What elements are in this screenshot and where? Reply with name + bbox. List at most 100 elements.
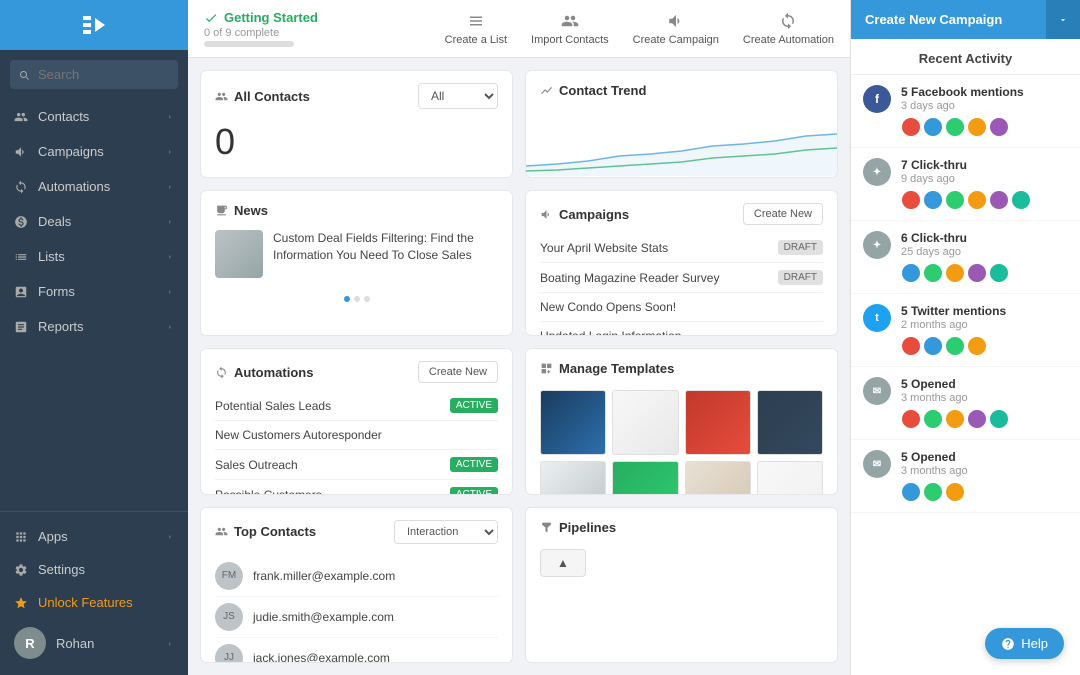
getting-started-text: Getting Started bbox=[224, 10, 318, 25]
sidebar-item-lists[interactable]: Lists bbox=[0, 239, 188, 274]
automation-item-1[interactable]: Potential Sales Leads ACTIVE bbox=[215, 391, 498, 421]
sidebar-label-reports: Reports bbox=[38, 319, 84, 334]
campaign-item-3[interactable]: New Condo Opens Soon! bbox=[540, 293, 823, 322]
twitter-icon: t bbox=[863, 304, 891, 332]
pipeline-scroll-btn[interactable]: ▲ bbox=[540, 549, 586, 577]
news-dot-3[interactable] bbox=[364, 296, 370, 302]
automation-item-2[interactable]: New Customers Autoresponder bbox=[215, 421, 498, 450]
create-campaign-dropdown-btn[interactable] bbox=[1046, 0, 1080, 39]
sidebar-item-campaigns[interactable]: Campaigns bbox=[0, 134, 188, 169]
create-campaign-bar: Create New Campaign bbox=[851, 0, 1080, 39]
news-thumb bbox=[215, 230, 263, 278]
progress-bar bbox=[204, 41, 294, 47]
chevron-apps bbox=[166, 529, 174, 544]
template-8[interactable] bbox=[757, 461, 823, 494]
campaign-name-4: Updated Login Information bbox=[540, 329, 681, 336]
help-button[interactable]: Help bbox=[985, 628, 1064, 659]
activity-click1-time: 9 days ago bbox=[901, 173, 1031, 185]
trend-chart bbox=[526, 106, 837, 166]
mini-avatar bbox=[945, 117, 965, 137]
mini-avatar bbox=[989, 409, 1009, 429]
create-campaign-button[interactable]: Create New Campaign bbox=[851, 0, 1046, 39]
template-3[interactable] bbox=[685, 390, 751, 455]
news-dot-2[interactable] bbox=[354, 296, 360, 302]
sidebar-label-apps: Apps bbox=[38, 529, 68, 544]
news-card: News Custom Deal Fields Filtering: Find … bbox=[200, 190, 513, 336]
action-create-automation-label: Create Automation bbox=[743, 34, 834, 46]
user-profile[interactable]: R Rohan bbox=[0, 619, 188, 667]
activity-opened2-avatars bbox=[901, 482, 968, 502]
chevron-user bbox=[166, 636, 174, 651]
sidebar-item-unlock[interactable]: Unlock Features bbox=[0, 586, 188, 619]
pipelines-card: Pipelines ▲ bbox=[525, 507, 838, 663]
contact-item-1[interactable]: FM frank.miller@example.com bbox=[215, 556, 498, 597]
main-content: Getting Started 0 of 9 complete Create a… bbox=[188, 0, 850, 675]
sidebar-item-deals[interactable]: Deals bbox=[0, 204, 188, 239]
mini-avatar bbox=[923, 190, 943, 210]
activity-opened1-time: 3 months ago bbox=[901, 392, 1009, 404]
facebook-icon: f bbox=[863, 85, 891, 113]
action-create-list[interactable]: Create a List bbox=[445, 12, 507, 46]
mini-avatar bbox=[945, 482, 965, 502]
activity-opened2: ✉ 5 Opened 3 months ago bbox=[851, 440, 1080, 513]
contact-item-3[interactable]: JJ jack.jones@example.com bbox=[215, 638, 498, 663]
news-text[interactable]: Custom Deal Fields Filtering: Find the I… bbox=[273, 230, 498, 278]
top-contacts-filter[interactable]: Interaction Recent Score bbox=[394, 520, 498, 544]
activity-opened1: ✉ 5 Opened 3 months ago bbox=[851, 367, 1080, 440]
activity-click2-info: 6 Click-thru 25 days ago bbox=[901, 231, 1009, 283]
activity-twitter: t 5 Twitter mentions 2 months ago bbox=[851, 294, 1080, 367]
automation-list: Potential Sales Leads ACTIVE New Custome… bbox=[201, 391, 512, 494]
recent-activity-title: Recent Activity bbox=[851, 39, 1080, 75]
automations-create-new-btn[interactable]: Create New bbox=[418, 361, 498, 383]
campaign-item-1[interactable]: Your April Website Stats DRAFT bbox=[540, 233, 823, 263]
campaigns-create-new-btn[interactable]: Create New bbox=[743, 203, 823, 225]
help-label: Help bbox=[1021, 636, 1048, 651]
action-create-list-label: Create a List bbox=[445, 34, 507, 46]
sidebar-label-automations: Automations bbox=[38, 179, 110, 194]
sidebar-logo[interactable] bbox=[0, 0, 188, 50]
campaign-item-2[interactable]: Boating Magazine Reader Survey DRAFT bbox=[540, 263, 823, 293]
template-2[interactable] bbox=[612, 390, 678, 455]
campaign-item-4[interactable]: Updated Login Information bbox=[540, 322, 823, 336]
all-contacts-title-text: All Contacts bbox=[234, 89, 310, 104]
pipelines-header: Pipelines bbox=[526, 508, 837, 543]
contact-trend-header: Contact Trend bbox=[526, 71, 837, 106]
manage-templates-title: Manage Templates bbox=[540, 361, 674, 376]
template-5[interactable] bbox=[540, 461, 606, 494]
mini-avatar bbox=[923, 263, 943, 283]
mini-avatar bbox=[967, 190, 987, 210]
sidebar-item-settings[interactable]: Settings bbox=[0, 553, 188, 586]
contacts-filter-select[interactable]: All Active Inactive bbox=[418, 83, 498, 109]
sidebar-item-forms[interactable]: Forms bbox=[0, 274, 188, 309]
activity-list: f 5 Facebook mentions 3 days ago ✦ 7 Cli… bbox=[851, 75, 1080, 675]
sidebar-label-campaigns: Campaigns bbox=[38, 144, 104, 159]
template-6[interactable] bbox=[612, 461, 678, 494]
news-title: News bbox=[215, 203, 268, 218]
action-create-campaign[interactable]: Create Campaign bbox=[633, 12, 719, 46]
action-import-contacts[interactable]: Import Contacts bbox=[531, 12, 609, 46]
news-dot-1[interactable] bbox=[344, 296, 350, 302]
activity-facebook-time: 3 days ago bbox=[901, 100, 1024, 112]
news-title-text: News bbox=[234, 203, 268, 218]
right-panel-header: Create New Campaign Recent Activity bbox=[851, 0, 1080, 75]
automation-item-4[interactable]: Possible Customers ACTIVE bbox=[215, 480, 498, 494]
sidebar-item-automations[interactable]: Automations bbox=[0, 169, 188, 204]
sidebar-item-apps[interactable]: Apps bbox=[0, 520, 188, 553]
activity-click1-avatars bbox=[901, 190, 1031, 210]
action-create-automation[interactable]: Create Automation bbox=[743, 12, 834, 46]
contact-email-3: jack.jones@example.com bbox=[253, 651, 390, 663]
automation-item-3[interactable]: Sales Outreach ACTIVE bbox=[215, 450, 498, 480]
sidebar-item-contacts[interactable]: Contacts bbox=[0, 99, 188, 134]
template-7[interactable] bbox=[685, 461, 751, 494]
template-4[interactable] bbox=[757, 390, 823, 455]
mini-avatar bbox=[901, 409, 921, 429]
mini-avatar bbox=[901, 263, 921, 283]
automation-status-3: ACTIVE bbox=[450, 457, 498, 472]
template-1[interactable] bbox=[540, 390, 606, 455]
email-icon-1: ✉ bbox=[863, 377, 891, 405]
contact-item-2[interactable]: JS judie.smith@example.com bbox=[215, 597, 498, 638]
sidebar-item-reports[interactable]: Reports bbox=[0, 309, 188, 344]
search-input[interactable] bbox=[10, 60, 178, 89]
campaign-name-2: Boating Magazine Reader Survey bbox=[540, 271, 719, 285]
automation-name-1: Potential Sales Leads bbox=[215, 399, 331, 413]
